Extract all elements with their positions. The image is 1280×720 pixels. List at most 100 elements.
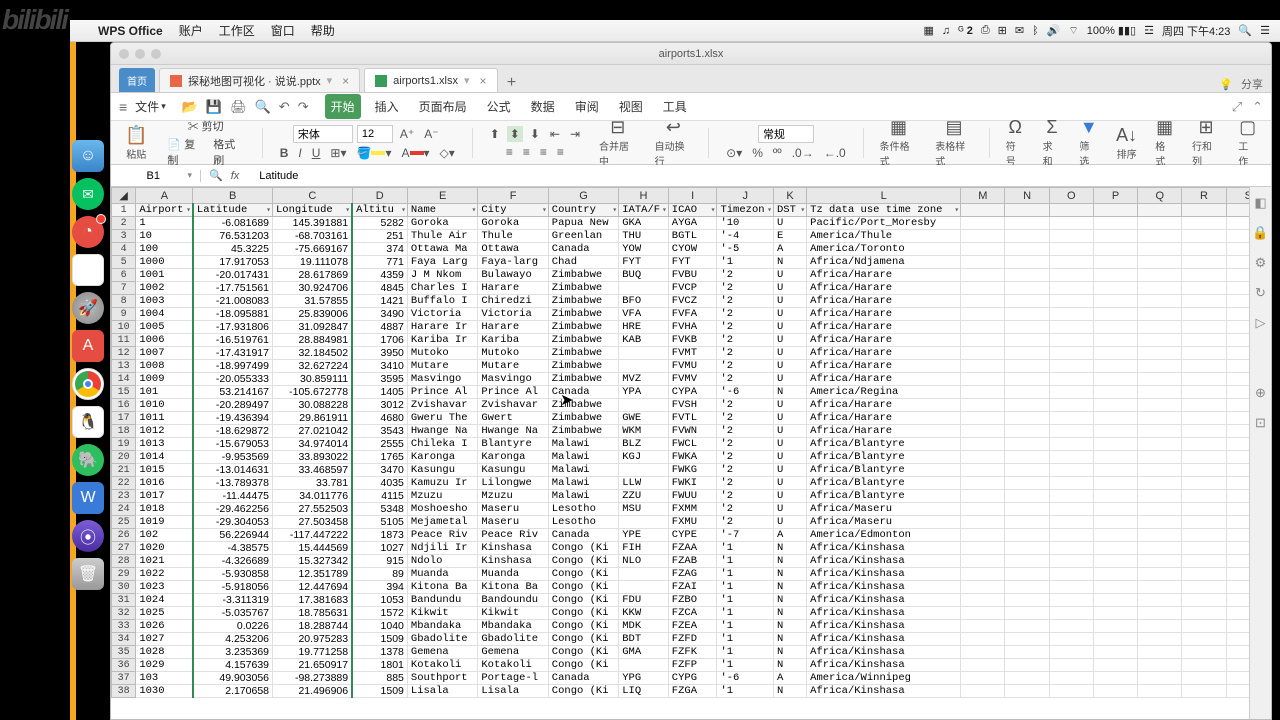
cell[interactable]: Zimbabwe: [548, 282, 618, 295]
align-right-icon[interactable]: ≡: [537, 144, 550, 160]
increase-font-icon[interactable]: A⁺: [397, 126, 417, 142]
cell[interactable]: Africa/Kinshasa: [807, 633, 961, 646]
cell[interactable]: [1182, 581, 1226, 594]
cell[interactable]: '2: [717, 412, 774, 425]
cell[interactable]: [1138, 490, 1182, 503]
dock-qq[interactable]: 🐧: [72, 406, 104, 438]
cell[interactable]: [1049, 685, 1093, 698]
cell[interactable]: [1182, 594, 1226, 607]
cell[interactable]: '2: [717, 464, 774, 477]
comma-icon[interactable]: ºº: [770, 145, 785, 161]
cell[interactable]: Africa/Blantyre: [807, 477, 961, 490]
cell[interactable]: 3.235369: [193, 646, 273, 659]
cell[interactable]: [961, 594, 1005, 607]
cell[interactable]: Zimbabwe: [548, 334, 618, 347]
cell[interactable]: [1005, 243, 1049, 256]
cell[interactable]: [961, 477, 1005, 490]
font-size-input[interactable]: [357, 125, 393, 143]
cell[interactable]: [1049, 451, 1093, 464]
cell[interactable]: -17.931806: [193, 321, 273, 334]
cell[interactable]: FVKB: [668, 334, 717, 347]
cell[interactable]: [1138, 334, 1182, 347]
cell[interactable]: [1093, 503, 1137, 516]
cell[interactable]: [1093, 425, 1137, 438]
cell[interactable]: Africa/Kinshasa: [807, 659, 961, 672]
dock-evernote[interactable]: 🐘: [72, 444, 104, 476]
cell[interactable]: Muanda: [407, 568, 477, 581]
cell[interactable]: [961, 555, 1005, 568]
cell[interactable]: Africa/Kinshasa: [807, 581, 961, 594]
cell[interactable]: [1093, 295, 1137, 308]
cell[interactable]: [619, 464, 669, 477]
cell[interactable]: NLO: [619, 555, 669, 568]
cell[interactable]: [1049, 633, 1093, 646]
collapse-icon[interactable]: ⌃: [1252, 99, 1263, 115]
cell[interactable]: [1005, 594, 1049, 607]
cell[interactable]: [961, 568, 1005, 581]
ime-icon[interactable]: ☲: [1144, 24, 1154, 37]
cell[interactable]: [1005, 282, 1049, 295]
cell[interactable]: 1405: [352, 386, 407, 399]
cell[interactable]: YOW: [619, 243, 669, 256]
cell[interactable]: FVCZ: [668, 295, 717, 308]
cell[interactable]: [1138, 477, 1182, 490]
cell[interactable]: '2: [717, 308, 774, 321]
cell[interactable]: U: [773, 412, 806, 425]
cell[interactable]: Harare: [478, 282, 548, 295]
cell[interactable]: '2: [717, 516, 774, 529]
cell[interactable]: Canada: [548, 386, 618, 399]
cell[interactable]: 1001: [136, 269, 193, 282]
cell[interactable]: [961, 295, 1005, 308]
panel-icon[interactable]: ⊡: [1255, 415, 1266, 431]
cell[interactable]: Africa/Harare: [807, 399, 961, 412]
cell[interactable]: 1009: [136, 373, 193, 386]
menu-window[interactable]: 窗口: [271, 22, 295, 39]
filter-dropdown-icon[interactable]: ▾: [401, 205, 406, 215]
header-cell[interactable]: Airport▾: [136, 204, 193, 217]
cell[interactable]: FVCP: [668, 282, 717, 295]
ribbon-tab-view[interactable]: 视图: [613, 94, 649, 119]
cell[interactable]: YPG: [619, 672, 669, 685]
cell[interactable]: [1049, 529, 1093, 542]
cell[interactable]: U: [773, 490, 806, 503]
cell[interactable]: America/Winnipeg: [807, 672, 961, 685]
bluetooth-icon[interactable]: ᛒ: [1032, 25, 1039, 37]
row-number[interactable]: 12: [112, 347, 136, 360]
cell[interactable]: [1138, 646, 1182, 659]
cell[interactable]: 4359: [352, 269, 407, 282]
cell[interactable]: [1049, 555, 1093, 568]
cell[interactable]: [1182, 529, 1226, 542]
cell[interactable]: Kinshasa: [478, 555, 548, 568]
row-number[interactable]: 16: [112, 399, 136, 412]
cell[interactable]: [1138, 516, 1182, 529]
number-format-select[interactable]: [758, 125, 814, 143]
cell[interactable]: [961, 581, 1005, 594]
cell[interactable]: Africa/Kinshasa: [807, 594, 961, 607]
cell[interactable]: FWUU: [668, 490, 717, 503]
row-number[interactable]: 14: [112, 373, 136, 386]
cell[interactable]: 1030: [136, 685, 193, 698]
cell[interactable]: [1138, 425, 1182, 438]
cell[interactable]: [1005, 438, 1049, 451]
cell[interactable]: Kotakoli: [407, 659, 477, 672]
cell[interactable]: [1005, 646, 1049, 659]
row-number[interactable]: 38: [112, 685, 136, 698]
panel-icon[interactable]: ▷: [1256, 315, 1266, 331]
wifi-icon[interactable]: ⌔: [1068, 24, 1078, 38]
cell[interactable]: [1138, 373, 1182, 386]
cell[interactable]: -18.629872: [193, 425, 273, 438]
row-number[interactable]: 26: [112, 529, 136, 542]
worksheet-button[interactable]: ▢工作: [1232, 117, 1263, 168]
cell[interactable]: [1005, 633, 1049, 646]
cell[interactable]: [1182, 256, 1226, 269]
ribbon-tab-formula[interactable]: 公式: [481, 94, 517, 119]
cell[interactable]: 89: [352, 568, 407, 581]
cell[interactable]: Greenlan: [548, 230, 618, 243]
cell[interactable]: FVHA: [668, 321, 717, 334]
cell[interactable]: [1005, 321, 1049, 334]
cell[interactable]: Prince Al: [407, 386, 477, 399]
cell[interactable]: [961, 542, 1005, 555]
cell[interactable]: 3543: [352, 425, 407, 438]
cell[interactable]: 3470: [352, 464, 407, 477]
dock-wechat[interactable]: ✉: [72, 178, 104, 210]
